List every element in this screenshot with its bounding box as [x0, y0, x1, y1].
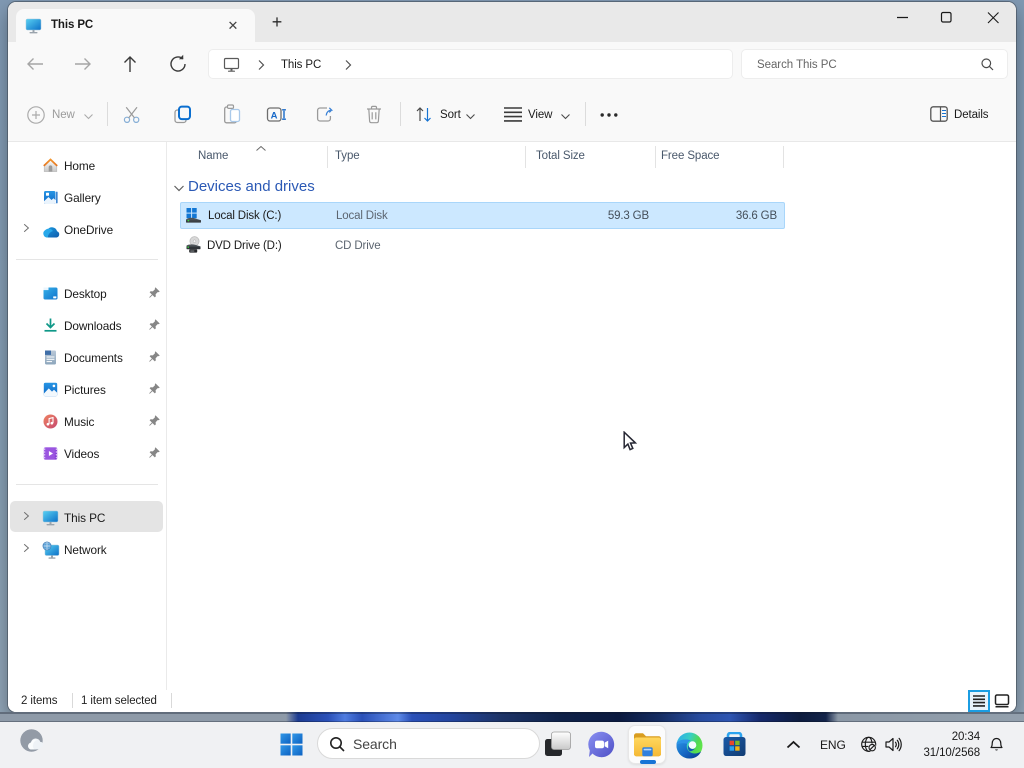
svg-text:A: A [271, 110, 278, 121]
